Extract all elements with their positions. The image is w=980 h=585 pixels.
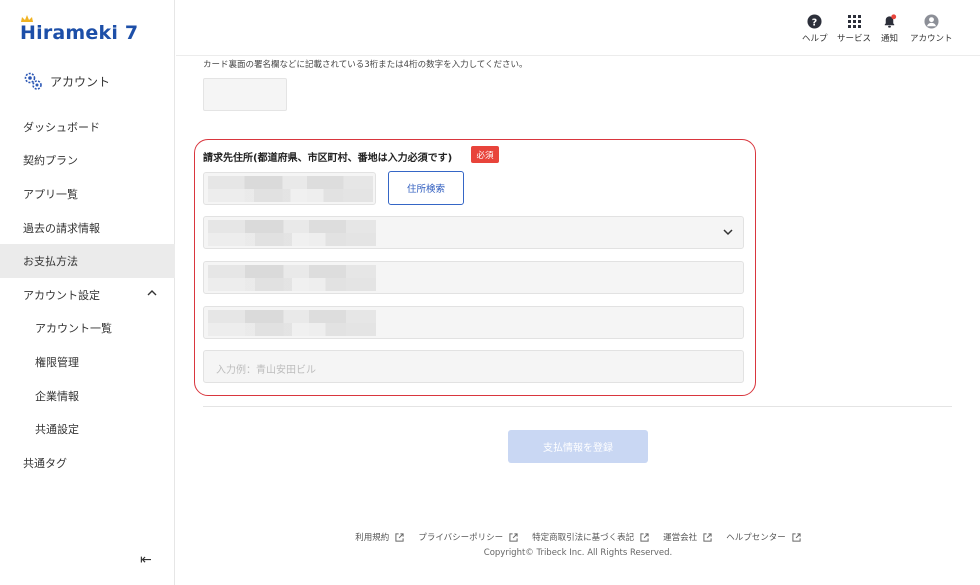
- submit-payment-button[interactable]: 支払情報を登録: [508, 430, 648, 463]
- footer-link-label: 利用規約: [355, 533, 390, 543]
- gear-icon: [24, 72, 42, 90]
- security-code-input[interactable]: [203, 78, 287, 111]
- address-search-button[interactable]: 住所検索: [388, 171, 464, 205]
- external-link-icon: [640, 532, 649, 542]
- redacted-value: [208, 310, 376, 336]
- sidebar-item-dashboard[interactable]: ダッシュボード: [0, 110, 175, 144]
- footer-link-label: ヘルプセンター: [726, 533, 786, 543]
- footer-link-privacy[interactable]: プライバシーポリシー: [418, 531, 518, 543]
- sidebar-item-common-settings[interactable]: 共通設定: [0, 412, 175, 446]
- footer-link-terms[interactable]: 利用規約: [355, 531, 404, 543]
- sidebar-item-account-settings[interactable]: アカウント設定: [0, 278, 175, 312]
- sidebar-item-payment-method[interactable]: お支払方法: [0, 244, 175, 278]
- redacted-value: [208, 176, 373, 202]
- external-link-icon: [703, 532, 712, 542]
- header-help[interactable]: ? ヘルプ: [802, 13, 828, 44]
- copyright: Copyright© Tribeck Inc. All Rights Reser…: [483, 548, 673, 558]
- sidebar-item-account-list[interactable]: アカウント一覧: [0, 312, 175, 346]
- header-services-label: サービス: [837, 34, 872, 44]
- sidebar-item-label: 過去の請求情報: [23, 221, 100, 235]
- divider: [203, 406, 952, 407]
- external-link-icon: [792, 532, 801, 542]
- header-help-label: ヘルプ: [802, 34, 828, 44]
- sidebar-item-billing-history[interactable]: 過去の請求情報: [0, 211, 175, 245]
- footer-link-help-center[interactable]: ヘルプセンター: [726, 531, 801, 543]
- sidebar-item-apps[interactable]: アプリ一覧: [0, 177, 175, 211]
- building-placeholder: 入力例：青山安田ビル: [216, 365, 316, 376]
- prefecture-select[interactable]: [203, 216, 744, 249]
- header-account[interactable]: アカウント: [910, 13, 953, 44]
- sidebar-account-header: アカウント: [22, 70, 110, 92]
- user-icon: [924, 14, 939, 29]
- sidebar-item-label: 共通設定: [35, 423, 79, 437]
- bell-icon: [884, 14, 897, 28]
- footer-links: 利用規約 プライバシーポリシー 特定商取引法に基づく表記 運営会社 ヘルプセンタ…: [176, 531, 980, 543]
- sidebar-item-plan[interactable]: 契約プラン: [0, 144, 175, 178]
- redacted-value: [208, 265, 376, 291]
- postal-code-input[interactable]: [203, 172, 376, 205]
- sidebar-item-label: 共通タグ: [23, 456, 67, 470]
- required-badge: 必須: [471, 146, 499, 163]
- sidebar-item-label: ダッシュボード: [23, 120, 100, 134]
- header-notifications[interactable]: 通知: [881, 13, 898, 44]
- header-services[interactable]: サービス: [837, 13, 871, 44]
- svg-text:?: ?: [812, 17, 817, 28]
- footer-link-label: 特定商取引法に基づく表記: [532, 533, 635, 543]
- sidebar-account-label: アカウント: [50, 74, 111, 89]
- grid-icon: [847, 15, 861, 28]
- address-label: 請求先住所(都道府県、市区町村、番地は入力必須です): [203, 153, 453, 164]
- footer-link-company[interactable]: 運営会社: [663, 531, 712, 543]
- street-input[interactable]: [203, 306, 744, 339]
- sidebar-item-permissions[interactable]: 権限管理: [0, 345, 175, 379]
- sidebar-item-label: 権限管理: [35, 355, 79, 369]
- sidebar-item-label: アカウント一覧: [35, 322, 112, 336]
- collapse-sidebar-button[interactable]: ⇤: [140, 552, 152, 568]
- chevron-up-icon: [147, 289, 157, 296]
- sidebar-item-label: お支払方法: [23, 255, 78, 269]
- cvc-hint: カード裏面の署名欄などに記載されている3桁または4桁の数字を入力してください。: [203, 60, 528, 70]
- footer: 利用規約 プライバシーポリシー 特定商取引法に基づく表記 運営会社 ヘルプセンタ…: [176, 531, 980, 558]
- sidebar-item-label: アカウント設定: [23, 288, 100, 302]
- sidebar-item-label: 契約プラン: [23, 154, 78, 168]
- top-header: ? ヘルプ サービス 通知 アカウント: [176, 0, 980, 56]
- footer-link-label: 運営会社: [663, 533, 698, 543]
- sidebar-item-common-tags[interactable]: 共通タグ: [0, 446, 175, 480]
- city-input[interactable]: [203, 261, 744, 294]
- external-link-icon: [395, 532, 404, 542]
- sidebar-nav: ダッシュボード 契約プラン アプリ一覧 過去の請求情報 お支払方法 アカウント設…: [0, 110, 175, 480]
- logo-text: Hirameki 7: [20, 22, 139, 44]
- help-icon: ?: [807, 14, 822, 29]
- chevron-down-icon: [723, 229, 733, 236]
- sidebar-item-label: 企業情報: [35, 389, 79, 403]
- sidebar-item-label: アプリ一覧: [23, 187, 78, 201]
- footer-link-label: プライバシーポリシー: [418, 533, 504, 543]
- sidebar-item-company-info[interactable]: 企業情報: [0, 379, 175, 413]
- building-input[interactable]: 入力例：青山安田ビル: [203, 350, 744, 383]
- footer-link-commercial-law[interactable]: 特定商取引法に基づく表記: [532, 531, 649, 543]
- external-link-icon: [509, 532, 518, 542]
- sidebar: Hirameki 7 アカウント ダッシュボード 契約プラン アプリ一覧 過去の…: [0, 0, 175, 585]
- logo[interactable]: Hirameki 7: [20, 15, 139, 44]
- crown-icon: [21, 15, 33, 22]
- redacted-value: [208, 220, 376, 246]
- header-notifications-label: 通知: [881, 34, 899, 44]
- header-account-label: アカウント: [910, 34, 953, 44]
